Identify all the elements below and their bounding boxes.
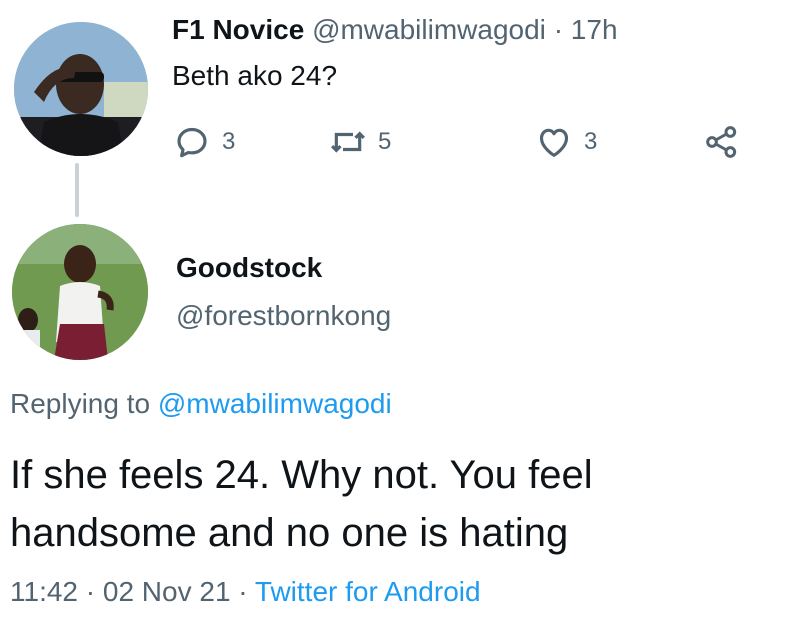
tweet-meta: 11:42 · 02 Nov 21 · Twitter for Android (10, 576, 481, 608)
reply-count: 3 (222, 128, 236, 155)
reply-author-name[interactable]: Goodstock (176, 252, 322, 284)
avatar-photo (14, 22, 148, 156)
separator-dot: · (553, 14, 564, 45)
reply-button[interactable]: 3 (172, 122, 235, 162)
parent-tweet-text: Beth ako 24? (172, 60, 338, 91)
avatar-photo (12, 224, 148, 360)
share-button[interactable] (702, 122, 742, 162)
like-icon (539, 128, 569, 157)
reply-icon (177, 127, 207, 158)
reply-tweet-text: If she feels 24. Why not. You feel hands… (10, 453, 593, 555)
replying-to-line: Replying to @mwabilimwagodi (10, 388, 392, 420)
thread-connector-line (75, 163, 79, 217)
reply-author-handle[interactable]: @forestbornkong (176, 300, 391, 332)
like-button[interactable]: 3 (534, 122, 597, 162)
retweet-button[interactable]: 5 (328, 122, 391, 162)
parent-author-name[interactable]: F1 Novice (172, 14, 304, 45)
retweet-count: 5 (378, 128, 392, 155)
like-count: 3 (584, 128, 598, 155)
replying-prefix: Replying to (10, 388, 151, 419)
tweet-timestamp[interactable]: 11:42 · 02 Nov 21 (10, 576, 231, 607)
parent-author-line: F1 Novice @mwabilimwagodi · 17h (172, 14, 618, 46)
parent-action-bar: 3 5 3 (172, 122, 762, 166)
parent-author-handle[interactable]: @mwabilimwagodi (312, 14, 546, 45)
reply-author-avatar[interactable] (12, 224, 148, 360)
tweet-source-link[interactable]: Twitter for Android (255, 576, 481, 607)
share-icon (706, 126, 737, 158)
replying-to-mention[interactable]: @mwabilimwagodi (158, 388, 392, 419)
retweet-icon (331, 131, 365, 153)
parent-author-avatar[interactable] (14, 22, 148, 156)
meta-separator: · (238, 576, 248, 607)
parent-time[interactable]: 17h (571, 14, 618, 45)
